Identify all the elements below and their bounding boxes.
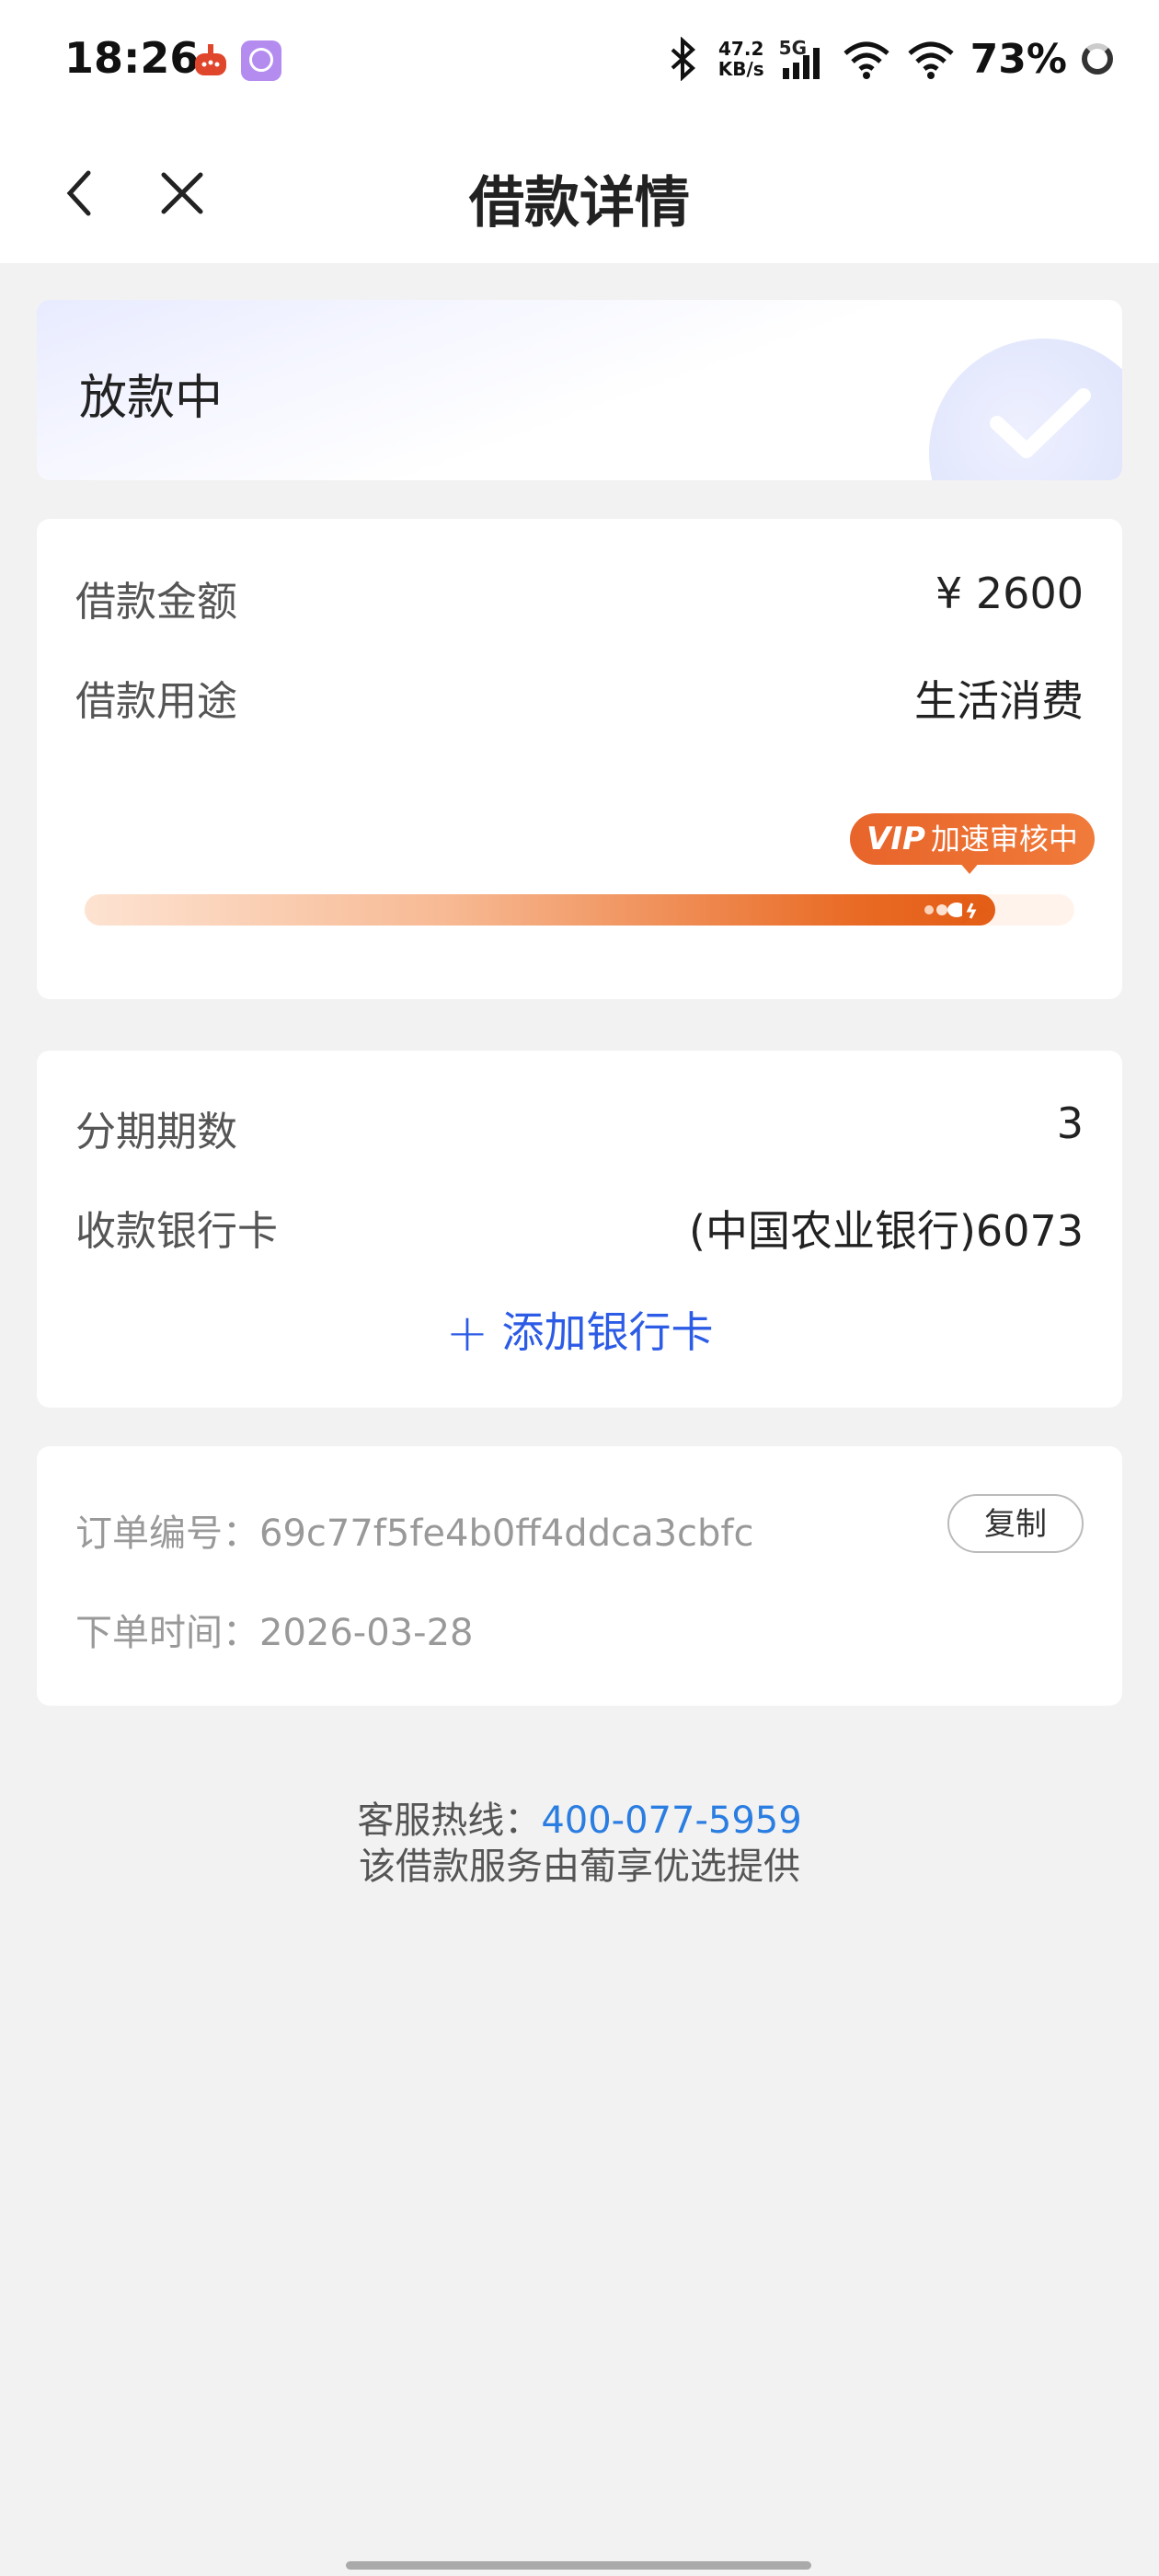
amount-label: 借款金额 <box>75 579 237 626</box>
nav-bar: 借款详情 <box>0 125 1159 263</box>
purpose-row: 借款用途 生活消费 <box>75 668 1084 726</box>
bank-card-row: 收款银行卡 (中国农业银行)6073 <box>75 1198 1084 1256</box>
rocket-icon <box>924 896 988 924</box>
order-number: 订单编号：69c77f5fe4b0ff4ddca3cbfc <box>75 1503 754 1557</box>
loan-progress-bar <box>85 894 1074 926</box>
footer: 客服热线：400-077-5959 该借款服务由葡享优选提供 <box>0 1798 1159 1890</box>
status-bar: 18:26 47.2 KB/s 5G 73% <box>0 0 1159 125</box>
order-time: 下单时间：2026-03-28 <box>75 1603 473 1656</box>
cellular-signal-icon: 5G <box>779 37 827 81</box>
wifi-icon-2 <box>908 41 954 79</box>
page-title: 借款详情 <box>469 171 690 236</box>
battery-percent: 73% <box>970 35 1067 83</box>
periods-label: 分期期数 <box>75 1109 237 1156</box>
vip-badge-text: 加速审核中 <box>930 822 1078 857</box>
purpose-value: 生活消费 <box>914 676 1084 726</box>
order-info-card: 订单编号：69c77f5fe4b0ff4ddca3cbfc 复制 下单时间：20… <box>37 1446 1122 1706</box>
home-indicator[interactable] <box>346 2561 811 2570</box>
loan-progress-fill <box>85 894 995 926</box>
order-time-label: 下单时间： <box>75 1612 259 1654</box>
hotline-number-link[interactable]: 400-077-5959 <box>541 1800 801 1842</box>
bank-card-label: 收款银行卡 <box>75 1208 278 1255</box>
battery-ring-icon <box>1082 43 1113 75</box>
provider-note: 该借款服务由葡享优选提供 <box>359 1846 800 1888</box>
loan-detail-page: 18:26 47.2 KB/s 5G 73% 借款详情 放款中 借款金额 ¥ 2… <box>0 0 1159 2576</box>
net-speed: 47.2 KB/s <box>717 38 764 80</box>
add-bank-card-button[interactable]: + 添加银行卡 <box>37 1299 1122 1363</box>
vip-badge-pointer <box>958 861 981 874</box>
vip-mark: VIP <box>866 821 925 857</box>
status-time: 18:26 <box>64 33 200 83</box>
plus-icon: + <box>445 1304 489 1363</box>
amount-value: ¥ 2600 <box>935 569 1084 618</box>
bank-card-value: (中国农业银行)6073 <box>689 1206 1084 1256</box>
loan-amount-card: 借款金额 ¥ 2600 借款用途 生活消费 VIP 加速审核中 <box>37 519 1122 999</box>
hotline-label: 客服热线： <box>357 1800 542 1842</box>
order-time-value: 2026-03-28 <box>259 1612 474 1654</box>
amount-row: 借款金额 ¥ 2600 <box>75 569 1084 626</box>
status-indicators: 47.2 KB/s 5G 73% <box>663 31 1113 86</box>
notification-app-icon <box>195 44 226 75</box>
checkmark-icon <box>990 388 1091 458</box>
add-bank-card-label: 添加银行卡 <box>501 1307 714 1357</box>
periods-row: 分期期数 3 <box>75 1098 1084 1156</box>
loan-status-text: 放款中 <box>79 371 224 426</box>
loan-status-card: 放款中 <box>37 300 1122 480</box>
order-number-value: 69c77f5fe4b0ff4ddca3cbfc <box>259 1512 754 1555</box>
hotline-line: 客服热线：400-077-5959 <box>0 1798 1159 1844</box>
order-number-label: 订单编号： <box>75 1512 259 1555</box>
installment-card: 分期期数 3 收款银行卡 (中国农业银行)6073 + 添加银行卡 <box>37 1051 1122 1408</box>
bluetooth-icon <box>671 37 695 81</box>
periods-value: 3 <box>1056 1098 1084 1148</box>
notification-app-icon-2 <box>241 40 281 81</box>
purpose-label: 借款用途 <box>75 678 237 725</box>
copy-order-number-button[interactable]: 复制 <box>947 1494 1084 1553</box>
vip-accelerated-review-badge: VIP 加速审核中 <box>850 813 1095 865</box>
wifi-icon <box>843 41 889 79</box>
